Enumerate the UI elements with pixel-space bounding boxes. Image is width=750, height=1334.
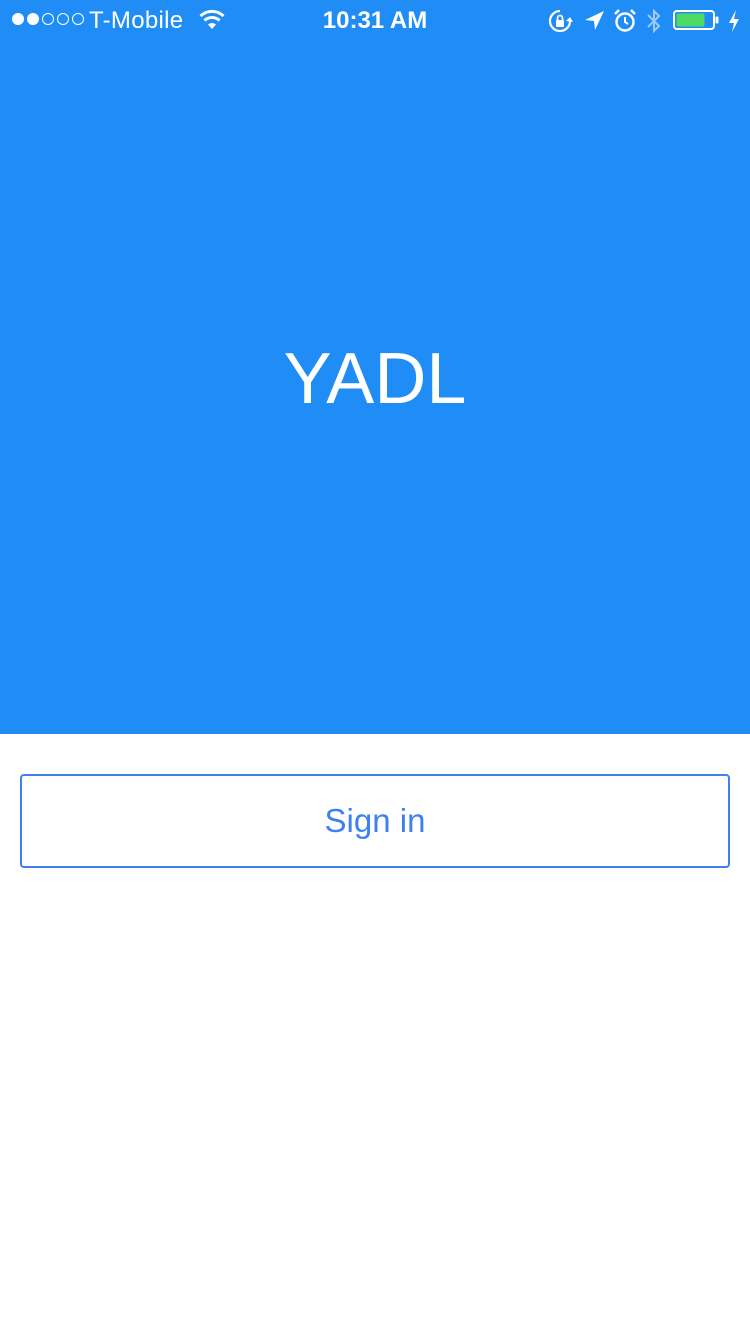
orientation-lock-icon — [548, 9, 573, 33]
bluetooth-icon — [647, 8, 661, 34]
status-bar: T-Mobile 10:31 AM — [0, 0, 750, 40]
sign-in-button[interactable]: Sign in — [20, 774, 730, 868]
login-screen: T-Mobile 10:31 AM YADL Sign in — [0, 0, 750, 1334]
app-title: YADL — [283, 339, 467, 419]
alarm-icon — [614, 9, 636, 32]
battery-icon — [673, 10, 719, 30]
status-time: 10:31 AM — [322, 7, 428, 34]
location-arrow-icon — [585, 11, 604, 30]
hero-banner: T-Mobile 10:31 AM YADL — [0, 0, 750, 734]
charging-bolt-icon — [729, 10, 739, 32]
